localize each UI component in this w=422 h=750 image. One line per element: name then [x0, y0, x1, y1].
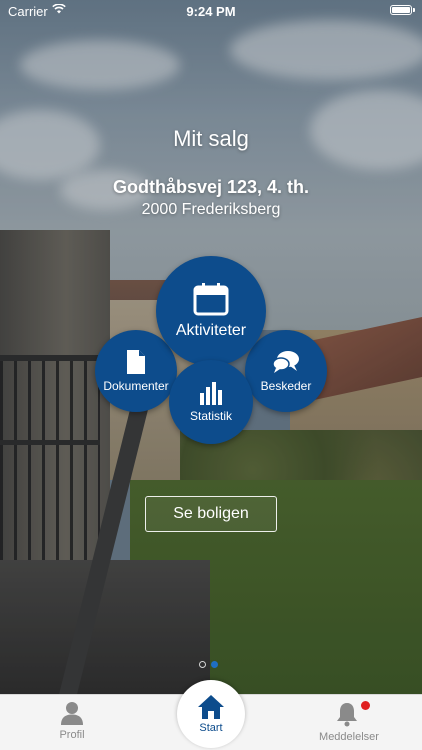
status-bar: Carrier 9:24 PM — [0, 0, 422, 22]
page-indicator — [199, 661, 218, 668]
notification-badge — [361, 701, 370, 710]
se-boligen-button[interactable]: Se boligen — [145, 496, 277, 532]
dokumenter-button[interactable]: Dokumenter — [95, 330, 177, 412]
battery-icon — [390, 5, 412, 15]
page-dot-1[interactable] — [199, 661, 206, 668]
bell-wrap — [334, 701, 370, 727]
beskeder-button[interactable]: Beskeder — [245, 330, 327, 412]
home-icon — [198, 695, 224, 719]
chat-bubbles-icon — [272, 351, 299, 373]
address-street: Godthåbsvej 123, 4. th. — [112, 177, 310, 197]
document-icon — [127, 350, 145, 374]
page-dot-2[interactable] — [211, 661, 218, 668]
address-city: 2000 Frederiksberg — [141, 201, 281, 218]
battery-tip — [413, 8, 415, 12]
tab-start[interactable]: Start — [177, 680, 245, 748]
tab-profil-label: Profil — [59, 729, 85, 741]
beskeder-label: Beskeder — [260, 379, 312, 393]
bell-icon — [337, 703, 357, 727]
tab-meddelelser[interactable]: Meddelelser — [314, 701, 384, 743]
aktiviteter-button[interactable]: Aktiviteter — [156, 256, 266, 366]
person-icon — [61, 702, 83, 725]
tab-meddelelser-label: Meddelelser — [319, 731, 379, 743]
statistik-button[interactable]: Statistik — [169, 360, 253, 444]
calendar-icon — [193, 283, 229, 316]
page-title: Mit salg — [173, 126, 249, 151]
clock: 9:24 PM — [186, 4, 236, 19]
dokumenter-label: Dokumenter — [103, 379, 169, 393]
aktiviteter-label: Aktiviteter — [175, 322, 247, 339]
tab-profil[interactable]: Profil — [47, 701, 97, 741]
statistik-label: Statistik — [189, 409, 232, 423]
bar-chart-icon — [200, 382, 222, 405]
tab-start-label: Start — [199, 722, 223, 734]
